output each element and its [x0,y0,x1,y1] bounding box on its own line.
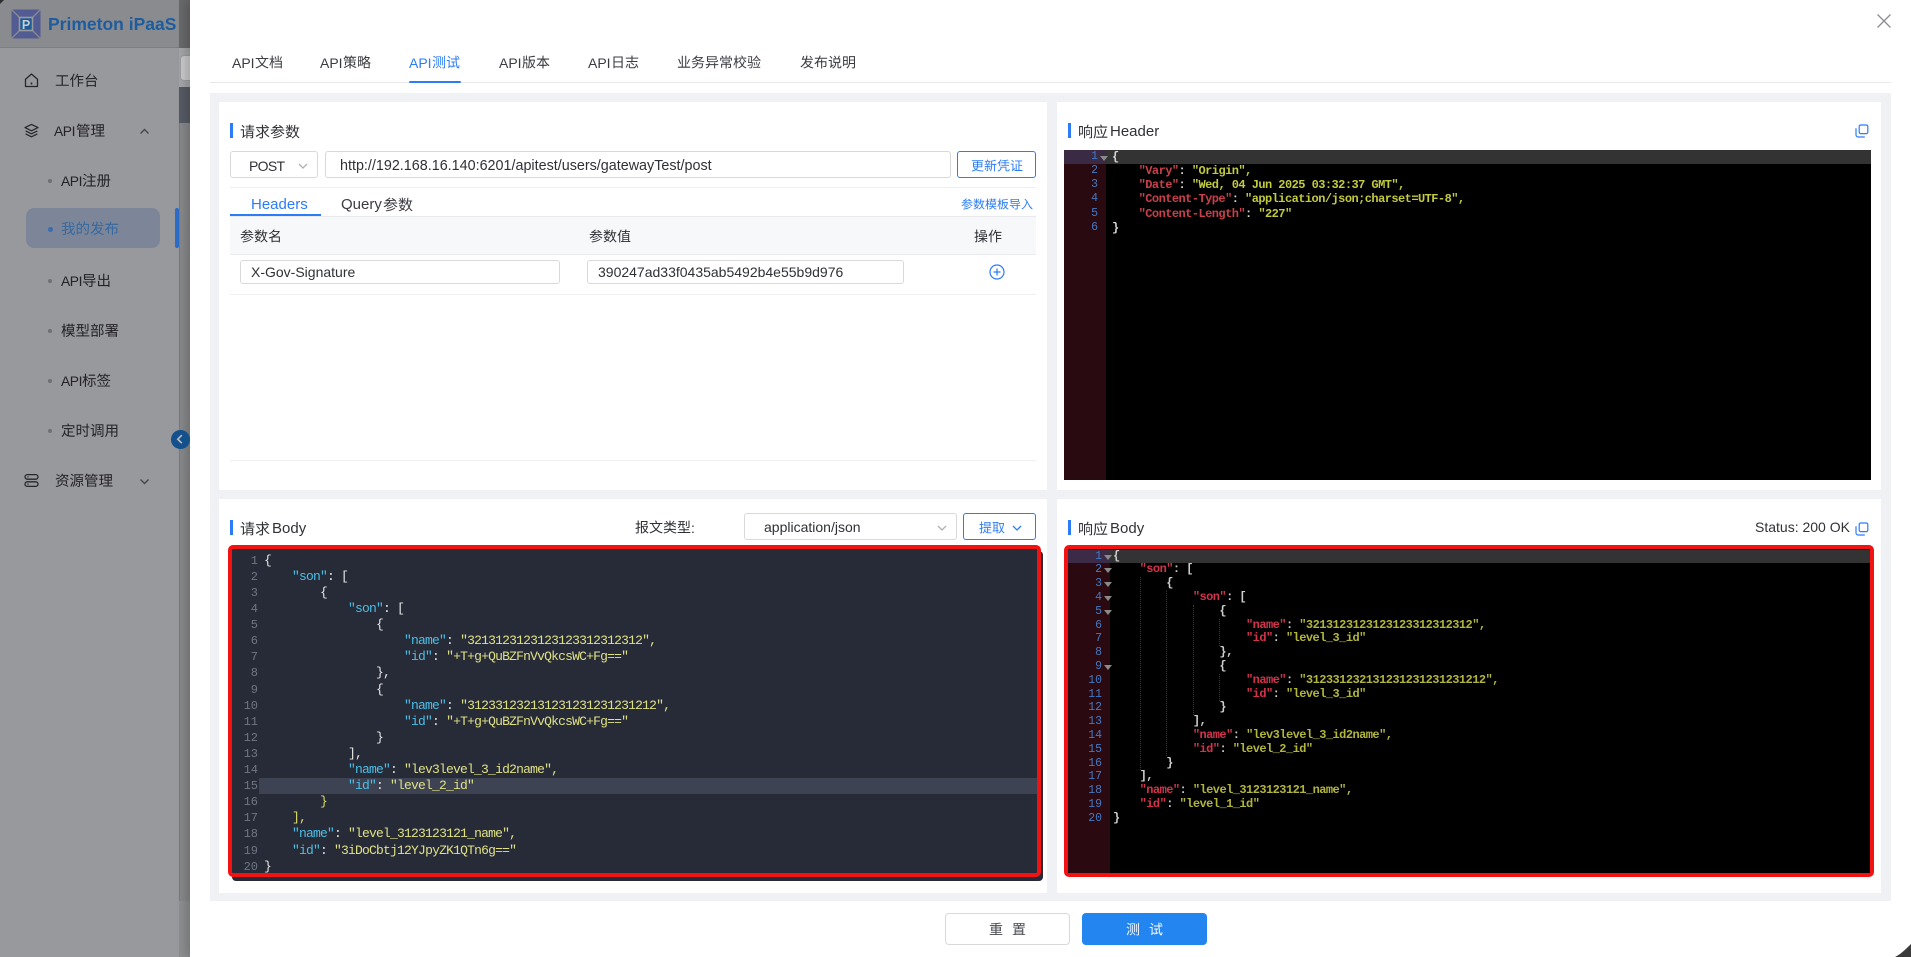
svg-text:P: P [22,18,30,32]
